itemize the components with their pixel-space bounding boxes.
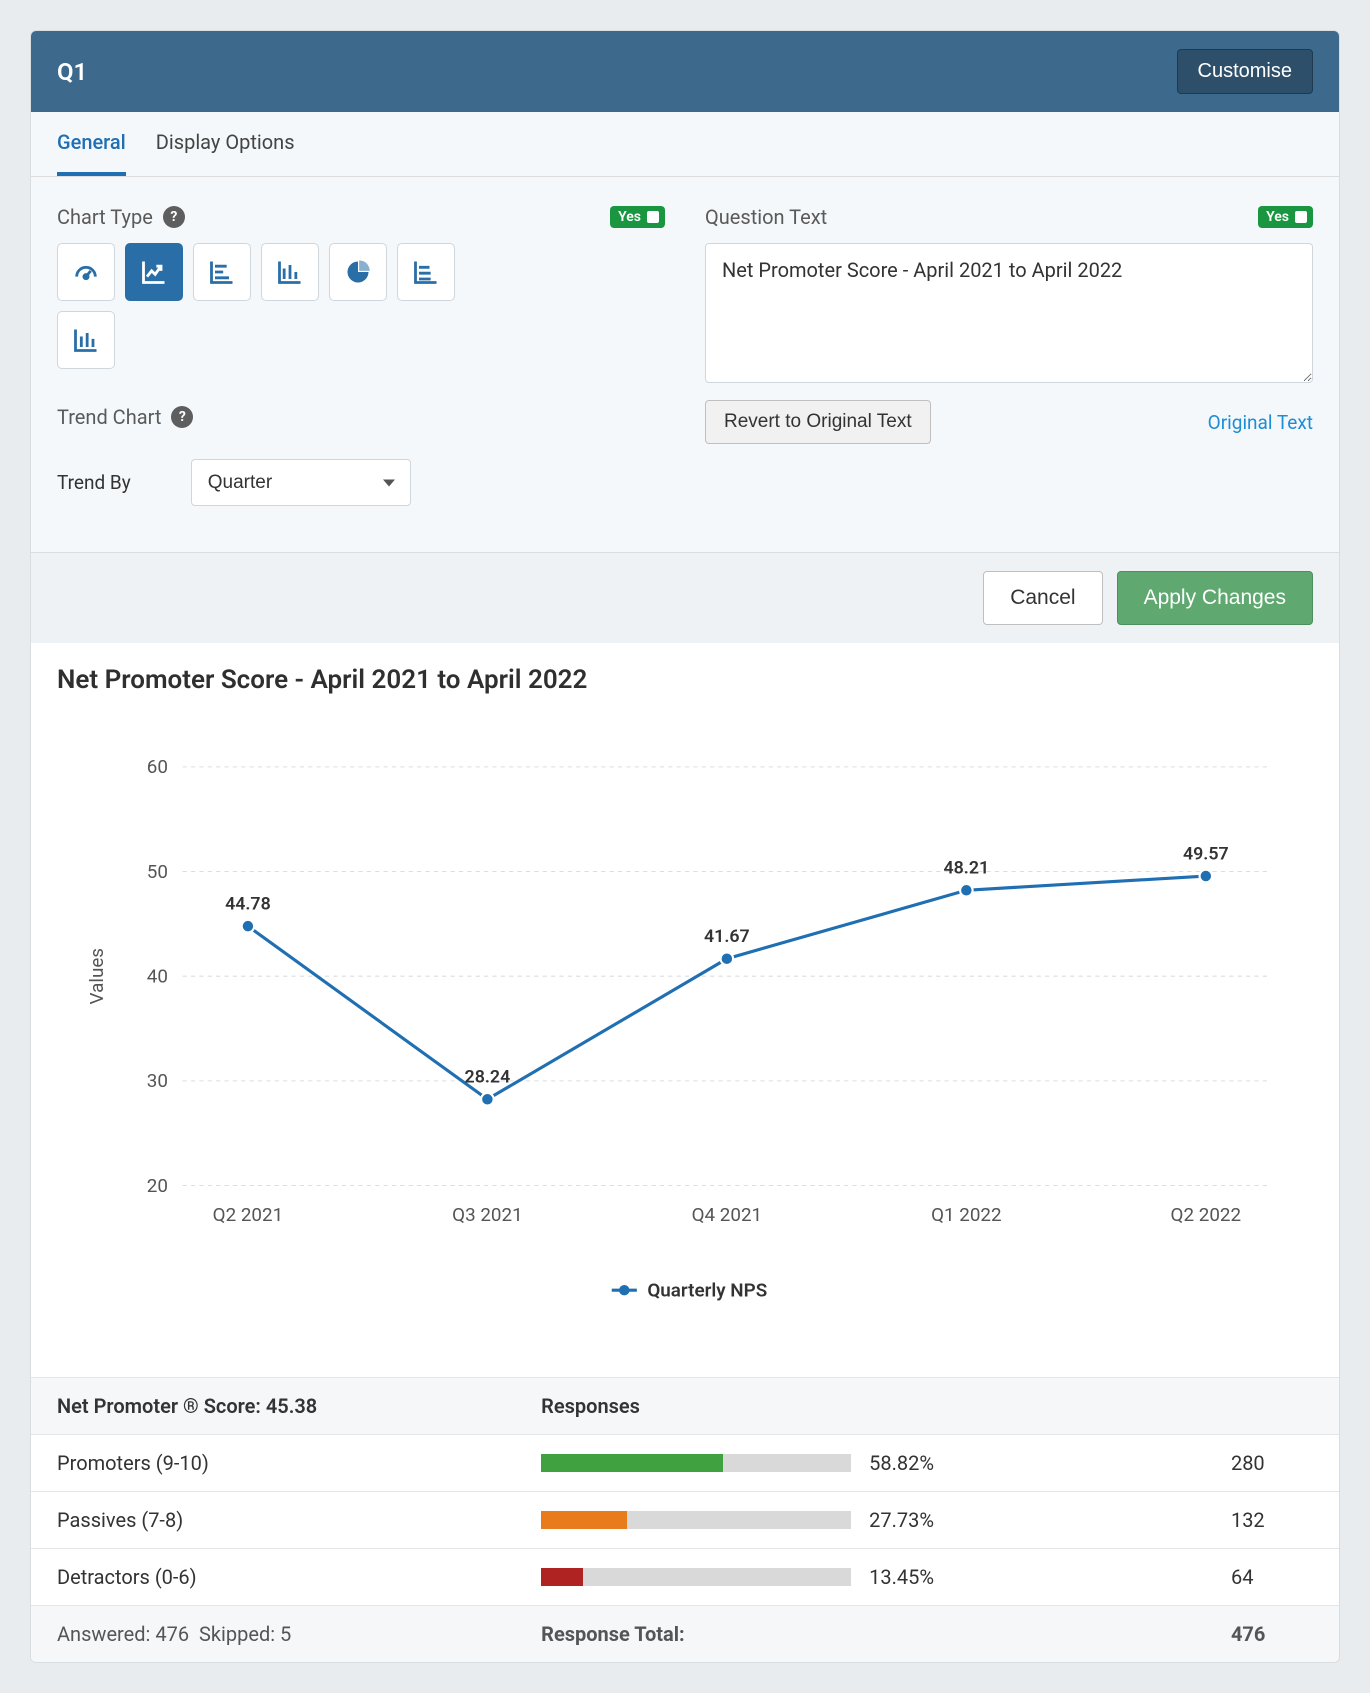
trend-chart: 20 30 40 50 60 Q2 2021 Q3 2021 Q4 2021 Q1 2022 Q2…	[57, 725, 1313, 1332]
action-bar: Cancel Apply Changes	[31, 552, 1339, 643]
svg-text:20: 20	[147, 1175, 168, 1197]
question-text-toggle[interactable]: Yes	[1258, 206, 1313, 228]
row-count: 64	[1205, 1549, 1339, 1606]
svg-text:40: 40	[147, 965, 168, 987]
row-bar: 58.82%	[515, 1435, 1205, 1492]
customise-button[interactable]: Customise	[1177, 49, 1313, 94]
config-panel: Chart Type ? Yes	[31, 177, 1339, 552]
row-label: Passives (7-8)	[31, 1492, 515, 1549]
tab-general[interactable]: General	[57, 112, 126, 176]
response-table: Net Promoter ® Score: 45.38 Responses Pr…	[31, 1377, 1339, 1662]
svg-text:30: 30	[147, 1070, 168, 1092]
chart-zone: Net Promoter Score - April 2021 to April…	[31, 643, 1339, 1377]
revert-text-button[interactable]: Revert to Original Text	[705, 400, 931, 444]
chart-type-gauge[interactable]	[57, 243, 115, 301]
th-responses: Responses	[515, 1378, 1205, 1435]
trend-by-label: Trend By	[57, 471, 131, 494]
tab-display-options[interactable]: Display Options	[156, 112, 295, 176]
chart-type-pie[interactable]	[329, 243, 387, 301]
svg-text:Q2 2022: Q2 2022	[1171, 1204, 1242, 1226]
help-icon[interactable]: ?	[163, 206, 185, 228]
cancel-button[interactable]: Cancel	[983, 571, 1102, 625]
chart-type-stacked-horizontal[interactable]	[397, 243, 455, 301]
question-text-input[interactable]: Net Promoter Score - April 2021 to April…	[705, 243, 1313, 383]
svg-text:Q3 2021: Q3 2021	[452, 1204, 523, 1226]
apply-changes-button[interactable]: Apply Changes	[1117, 571, 1313, 625]
card-title: Q1	[57, 58, 87, 86]
row-bar: 13.45%	[515, 1549, 1205, 1606]
help-icon[interactable]: ?	[171, 406, 193, 428]
answered-skipped: Answered: 476 Skipped: 5	[31, 1606, 515, 1663]
th-score: Net Promoter ® Score: 45.38	[31, 1378, 515, 1435]
question-text-label: Question Text	[705, 205, 827, 229]
row-count: 280	[1205, 1435, 1339, 1492]
svg-text:44.78: 44.78	[225, 893, 271, 914]
svg-text:60: 60	[147, 756, 168, 778]
svg-text:Q4 2021: Q4 2021	[692, 1204, 763, 1226]
chart-type-trend-line[interactable]	[125, 243, 183, 301]
svg-text:Values: Values	[86, 948, 108, 1004]
svg-text:48.21: 48.21	[943, 858, 989, 879]
chart-type-vertical-bar[interactable]	[261, 243, 319, 301]
table-row: Passives (7-8) 27.73% 132	[31, 1492, 1339, 1549]
svg-text:Q2 2021: Q2 2021	[213, 1204, 284, 1226]
svg-text:Q1 2022: Q1 2022	[931, 1204, 1002, 1226]
svg-text:41.67: 41.67	[704, 926, 750, 947]
table-row: Detractors (0-6) 13.45% 64	[31, 1549, 1339, 1606]
card-header: Q1 Customise	[31, 31, 1339, 112]
svg-text:28.24: 28.24	[465, 1067, 511, 1088]
chart-title: Net Promoter Score - April 2021 to April…	[57, 665, 1313, 695]
table-row: Promoters (9-10) 58.82% 280	[31, 1435, 1339, 1492]
svg-text:Quarterly NPS: Quarterly NPS	[647, 1279, 767, 1301]
row-label: Detractors (0-6)	[31, 1549, 515, 1606]
trend-chart-label: Trend Chart	[57, 405, 161, 429]
original-text-link[interactable]: Original Text	[1208, 411, 1313, 434]
chart-type-label: Chart Type	[57, 205, 153, 229]
chart-type-horizontal-bar[interactable]	[193, 243, 251, 301]
tab-bar: General Display Options	[31, 112, 1339, 177]
row-bar: 27.73%	[515, 1492, 1205, 1549]
svg-text:49.57: 49.57	[1183, 843, 1229, 864]
row-label: Promoters (9-10)	[31, 1435, 515, 1492]
report-card: Q1 Customise General Display Options Cha…	[30, 30, 1340, 1663]
trend-by-select[interactable]: Quarter	[191, 459, 411, 506]
chart-type-stacked-vertical[interactable]	[57, 311, 115, 369]
response-total-label: Response Total:	[515, 1606, 1205, 1663]
chart-type-options	[57, 243, 457, 369]
response-total: 476	[1205, 1606, 1339, 1663]
svg-text:50: 50	[147, 861, 168, 883]
chart-type-toggle[interactable]: Yes	[610, 206, 665, 228]
row-count: 132	[1205, 1492, 1339, 1549]
